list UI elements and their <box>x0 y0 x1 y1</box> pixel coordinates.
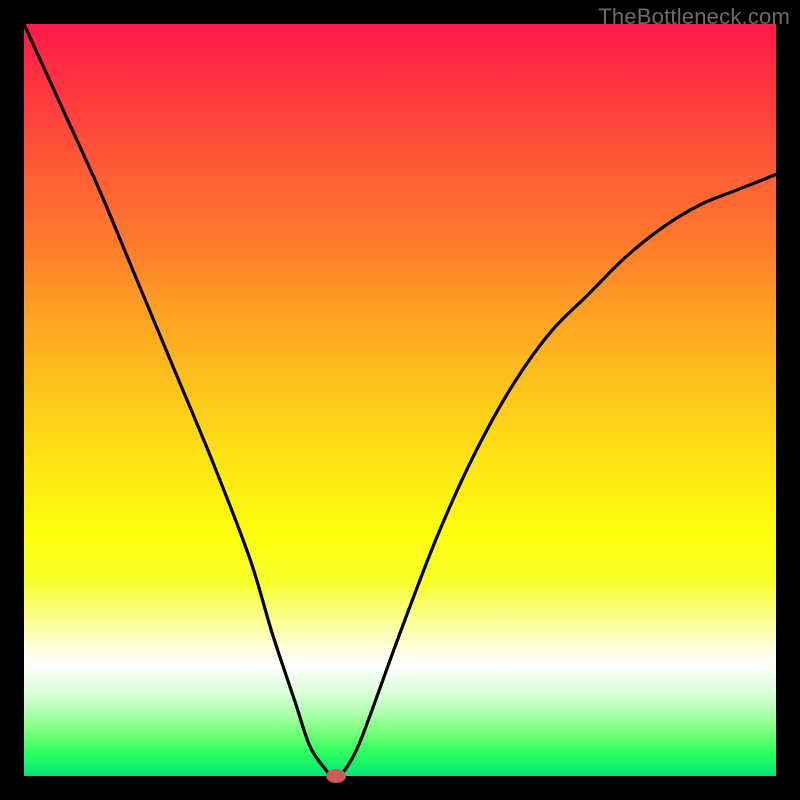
bottleneck-curve-path <box>24 24 776 778</box>
curve-svg <box>24 24 776 776</box>
plot-area <box>24 24 776 776</box>
chart-frame: TheBottleneck.com <box>0 0 800 800</box>
watermark-text: TheBottleneck.com <box>598 4 790 30</box>
min-marker <box>326 769 346 783</box>
